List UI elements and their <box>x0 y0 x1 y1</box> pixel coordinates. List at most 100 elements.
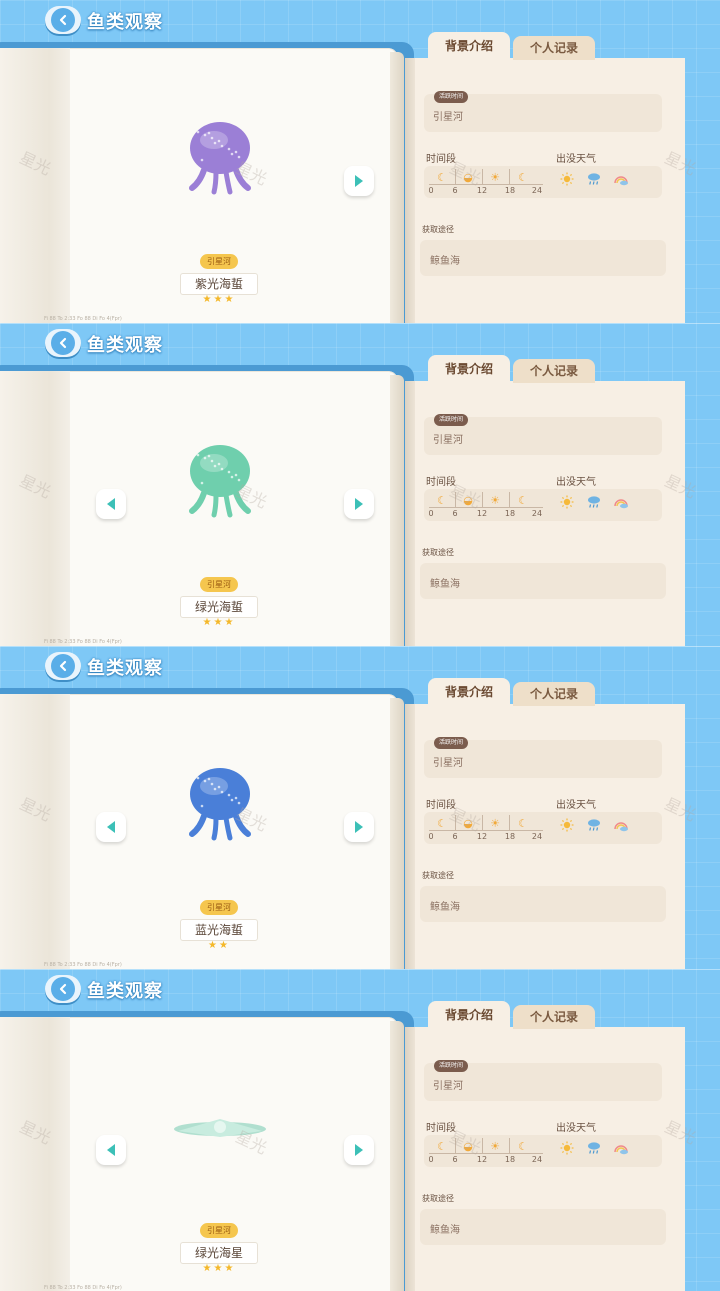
tab-background[interactable]: 背景介绍 <box>428 32 510 60</box>
tick-label-18: 18 <box>504 509 516 518</box>
tab-records[interactable]: 个人记录 <box>513 1005 595 1029</box>
sun-icon: ☀ <box>490 171 500 184</box>
rainbow-icon <box>614 499 628 509</box>
tick-label-18: 18 <box>504 832 516 841</box>
tick-line <box>509 492 510 508</box>
observation-panel: 鱼类观察 引星河 蓝光海蜇 ★★ Fi 88 To 2:33 Fo 88 Di … <box>0 646 720 969</box>
page-edge <box>390 52 404 323</box>
rainbow-icon <box>614 176 628 186</box>
active-location-text: 引星河 <box>433 1081 463 1092</box>
location-badge: 引星河 <box>200 577 238 592</box>
rarity-stars: ★★★ <box>202 617 236 628</box>
active-time-tag: 活跃时间 <box>434 91 469 103</box>
prev-button[interactable] <box>96 1135 126 1165</box>
page-title: 鱼类观察 <box>87 981 163 1002</box>
tick-line <box>509 169 510 185</box>
observation-panel: 鱼类观察 引星河 紫光海蜇 ★★★ Fi 88 To 2:33 Fo 88 Di… <box>0 0 720 323</box>
back-arrow-icon <box>51 654 75 678</box>
book-spine <box>0 48 70 323</box>
time-axis <box>429 830 543 831</box>
location-badge: 引星河 <box>200 900 238 915</box>
book-spine <box>0 694 70 969</box>
back-arrow-icon <box>51 977 75 1001</box>
active-time-tag: 活跃时间 <box>434 414 469 426</box>
acquire-label: 获取途径 <box>422 871 454 880</box>
rarity-stars: ★★★ <box>202 294 236 305</box>
active-time-tag: 活跃时间 <box>434 737 469 749</box>
time-axis <box>429 1153 543 1154</box>
rain-icon <box>588 173 600 185</box>
prev-button[interactable] <box>96 489 126 519</box>
tick-label-6: 6 <box>452 509 458 518</box>
panel-divider <box>0 646 720 647</box>
acquire-text: 鲸鱼海 <box>430 256 460 267</box>
tab-background[interactable]: 背景介绍 <box>428 355 510 383</box>
triangle-left-icon <box>107 1144 115 1156</box>
page-title: 鱼类观察 <box>87 658 163 679</box>
sunny-icon <box>560 1141 574 1155</box>
creature-image <box>189 122 251 195</box>
tick-label-0: 0 <box>428 509 434 518</box>
back-button[interactable] <box>45 329 81 357</box>
creature-image <box>189 445 251 518</box>
back-button[interactable] <box>45 975 81 1003</box>
tick-label-0: 0 <box>428 186 434 195</box>
panel-divider <box>0 969 720 970</box>
moon-icon: ☾ <box>518 171 528 184</box>
acquire-text: 鲸鱼海 <box>430 579 460 590</box>
next-button[interactable] <box>344 489 374 519</box>
tab-background[interactable]: 背景介绍 <box>428 678 510 706</box>
next-button[interactable] <box>344 1135 374 1165</box>
tick-label-6: 6 <box>452 832 458 841</box>
sunny-icon <box>560 818 574 832</box>
tick-label-0: 0 <box>428 1155 434 1164</box>
rain-icon <box>588 496 600 508</box>
rainbow-icon <box>614 1145 628 1155</box>
triangle-left-icon <box>107 821 115 833</box>
tab-records[interactable]: 个人记录 <box>513 359 595 383</box>
acquire-label: 获取途径 <box>422 1194 454 1203</box>
triangle-left-icon <box>107 498 115 510</box>
creature-name: 紫光海蜇 <box>180 273 258 295</box>
prev-button[interactable] <box>96 812 126 842</box>
tab-records[interactable]: 个人记录 <box>513 36 595 60</box>
book-spine <box>0 1017 70 1291</box>
next-button[interactable] <box>344 812 374 842</box>
footer-text: Fi 88 To 2:33 Fo 88 Di Fo 4(Fpr) <box>44 316 122 322</box>
rarity-stars: ★★★ <box>202 1263 236 1274</box>
tick-label-24: 24 <box>531 186 543 195</box>
page-title: 鱼类观察 <box>87 12 163 33</box>
triangle-right-icon <box>355 821 363 833</box>
acquire-label: 获取途径 <box>422 548 454 557</box>
acquire-label: 获取途径 <box>422 225 454 234</box>
footer-text: Fi 88 To 2:33 Fo 88 Di Fo 4(Fpr) <box>44 962 122 968</box>
footer-text: Fi 88 To 2:33 Fo 88 Di Fo 4(Fpr) <box>44 639 122 645</box>
location-badge: 引星河 <box>200 1223 238 1238</box>
next-button[interactable] <box>344 166 374 196</box>
weather-label: 出没天气 <box>556 1123 596 1134</box>
observation-panel: 鱼类观察 引星河 绿光海星 ★★★ Fi 88 To 2:33 Fo 88 Di… <box>0 969 720 1291</box>
active-time-tag: 活跃时间 <box>434 1060 469 1072</box>
acquire-text: 鲸鱼海 <box>430 902 460 913</box>
weather-label: 出没天气 <box>556 477 596 488</box>
tab-background[interactable]: 背景介绍 <box>428 1001 510 1029</box>
tick-label-6: 6 <box>452 1155 458 1164</box>
location-badge: 引星河 <box>200 254 238 269</box>
weather-label: 出没天气 <box>556 800 596 811</box>
observation-panel: 鱼类观察 引星河 绿光海蜇 ★★★ Fi 88 To 2:33 Fo 88 Di… <box>0 323 720 646</box>
sun-icon: ☀ <box>490 494 500 507</box>
tick-label-24: 24 <box>531 509 543 518</box>
page-edge <box>390 1021 404 1291</box>
creature-image <box>174 1119 266 1137</box>
page-edge <box>390 375 404 646</box>
back-button[interactable] <box>45 6 81 34</box>
moon-icon: ☾ <box>518 494 528 507</box>
sunny-icon <box>560 495 574 509</box>
triangle-right-icon <box>355 175 363 187</box>
tab-records[interactable]: 个人记录 <box>513 682 595 706</box>
back-button[interactable] <box>45 652 81 680</box>
rainbow-icon <box>614 822 628 832</box>
moon-icon: ☾ <box>518 817 528 830</box>
footer-text: Fi 88 To 2:33 Fo 88 Di Fo 4(Fpr) <box>44 1285 122 1291</box>
triangle-right-icon <box>355 498 363 510</box>
